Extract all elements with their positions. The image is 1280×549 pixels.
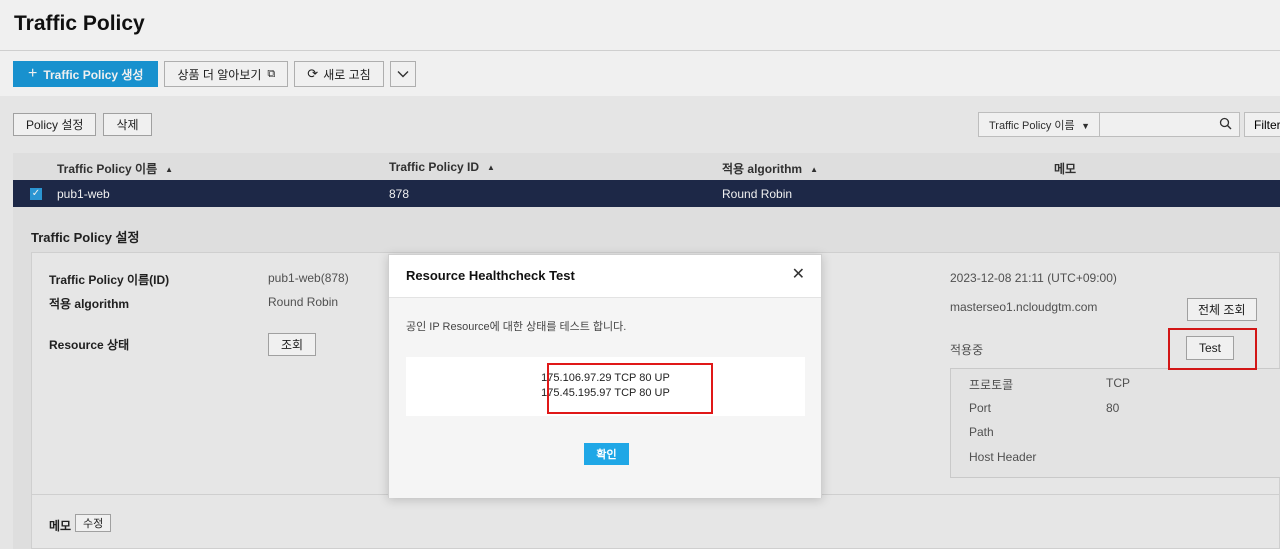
- result-highlight: [547, 363, 713, 414]
- confirm-button[interactable]: 확인: [584, 443, 629, 465]
- modal-description: 공인 IP Resource에 대한 상태를 테스트 합니다.: [406, 321, 627, 333]
- close-icon[interactable]: ✕: [792, 267, 805, 283]
- result-box: 175.106.97.29 TCP 80 UP 175.45.195.97 TC…: [406, 357, 805, 416]
- modal-body: 공인 IP Resource에 대한 상태를 테스트 합니다. 175.106.…: [389, 298, 821, 498]
- healthcheck-test-modal: Resource Healthcheck Test ✕ 공인 IP Resour…: [388, 254, 822, 498]
- modal-header: Resource Healthcheck Test ✕: [389, 255, 821, 298]
- modal-title: Resource Healthcheck Test: [406, 268, 575, 283]
